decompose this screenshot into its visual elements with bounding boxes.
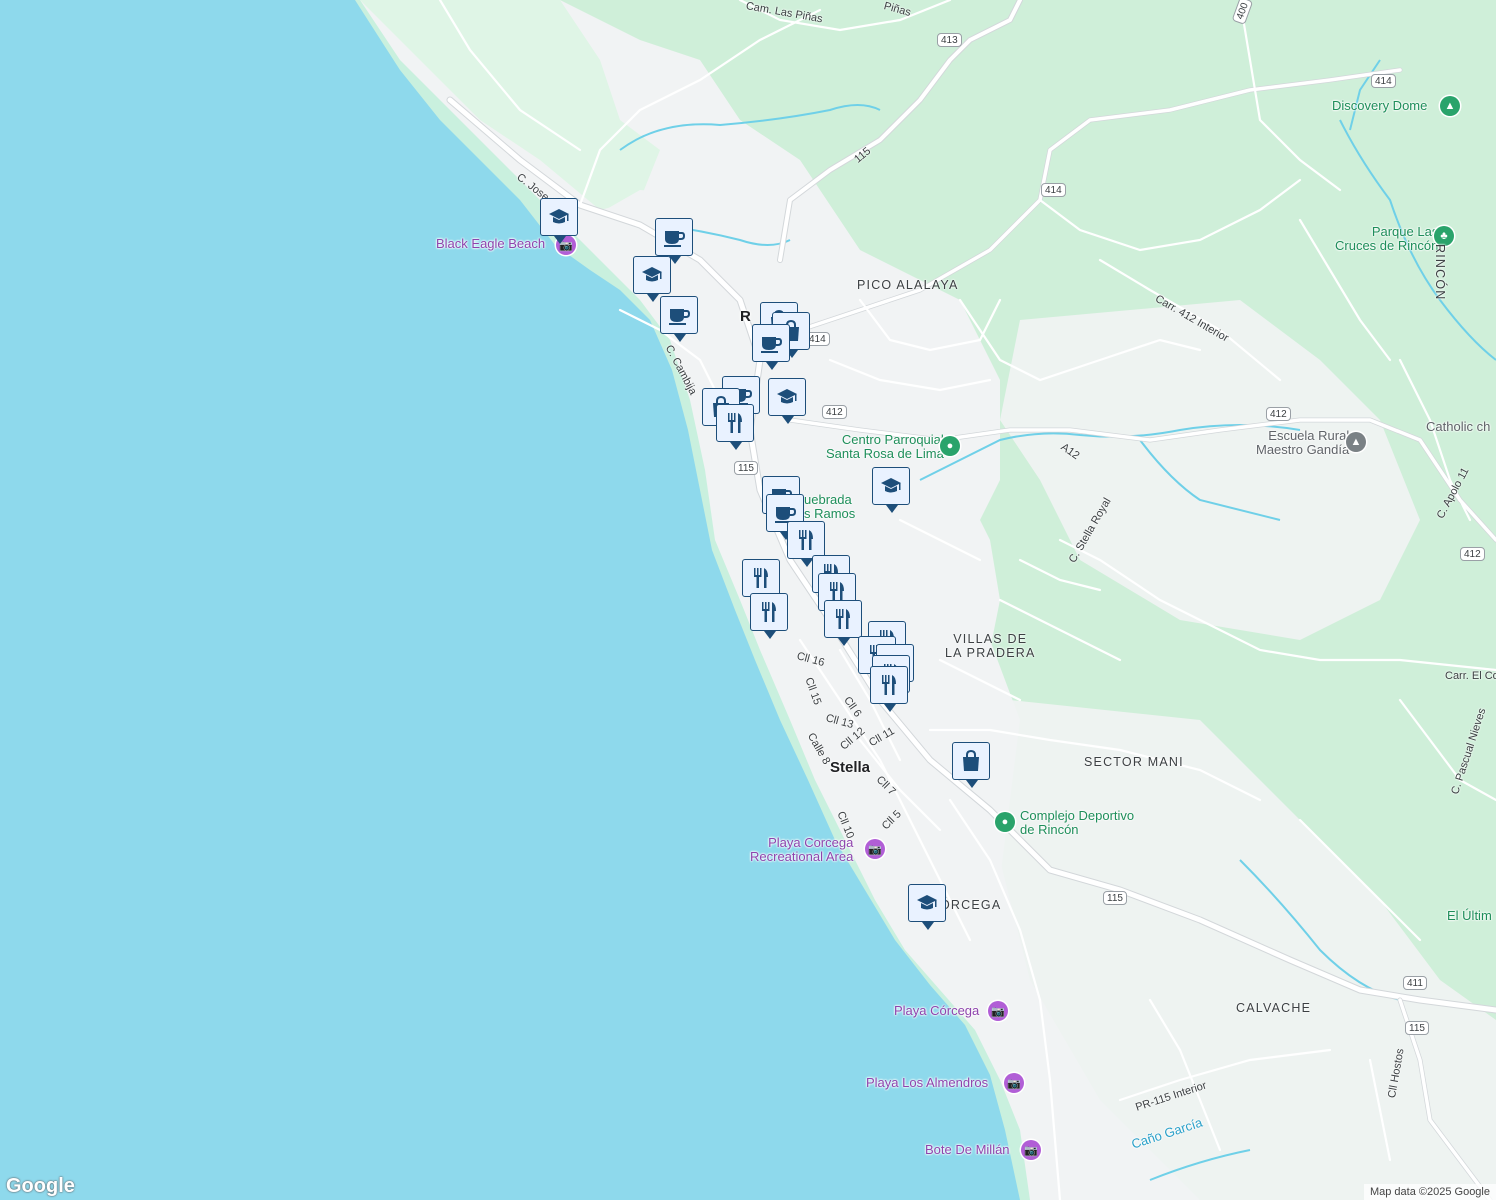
- label-pico-alalaya: PICO ALALAYA: [857, 278, 959, 292]
- label-playa-los-almendros[interactable]: Playa Los Almendros: [866, 1075, 988, 1090]
- label-stella: Stella: [830, 759, 871, 776]
- restaurant-pin[interactable]: [870, 666, 908, 712]
- school-pin[interactable]: [908, 884, 946, 930]
- label-quebrada[interactable]: uebrada s Ramos: [804, 492, 855, 522]
- label-black-eagle-beach[interactable]: Black Eagle Beach: [436, 236, 545, 251]
- cafe-pin[interactable]: [752, 324, 790, 370]
- label-rincon-area: RINCÓN: [1433, 244, 1447, 301]
- restaurant-icon: [793, 527, 819, 553]
- route-shield: 115: [1405, 1021, 1429, 1035]
- label-playa-corcega-rec[interactable]: Playa Corcega Recreational Area: [750, 835, 853, 865]
- map-base-layer: [0, 0, 1496, 1200]
- school-icon: [774, 384, 800, 410]
- label-rincon-partial: R: [740, 308, 751, 325]
- route-shield: 115: [1103, 891, 1127, 905]
- label-corcega: ÓRCEGA: [940, 898, 1002, 912]
- google-logo: Google: [6, 1175, 75, 1197]
- label-centro-parroquial[interactable]: Centro Parroquial Santa Rosa de Lima: [826, 432, 944, 462]
- school-pin[interactable]: [633, 256, 671, 302]
- restaurant-pin[interactable]: [742, 559, 780, 605]
- label-villas-de-la-pradera: VILLAS DE LA PRADERA: [945, 632, 1036, 660]
- label-calvache: CALVACHE: [1236, 1001, 1312, 1015]
- restaurant-pin[interactable]: [750, 593, 788, 639]
- label-catholic-ch[interactable]: Catholic ch: [1426, 419, 1490, 434]
- restaurant-icon: [722, 410, 748, 436]
- restaurant-icon: [876, 672, 902, 698]
- label-playa-corcega[interactable]: Playa Córcega: [894, 1003, 979, 1018]
- school-icon[interactable]: ▲: [1346, 432, 1366, 452]
- cafe-icon: [661, 224, 687, 250]
- school-icon: [546, 204, 572, 230]
- route-shield: 414: [1371, 74, 1396, 88]
- label-escuela-rural[interactable]: Escuela Rural Maestro Gandía: [1256, 428, 1349, 458]
- cafe-pin[interactable]: [655, 218, 693, 264]
- route-shield: 412: [1266, 407, 1291, 421]
- label-bote-de-millan[interactable]: Bote De Millán: [925, 1142, 1010, 1157]
- park-tree-icon[interactable]: ♣: [1434, 226, 1454, 246]
- route-shield: 411: [1403, 976, 1427, 990]
- route-shield: 412: [1460, 547, 1485, 561]
- school-icon: [914, 890, 940, 916]
- cafe-pin[interactable]: [660, 296, 698, 342]
- route-shield: 115: [734, 461, 758, 475]
- street-carr-el-co: Carr. El Co: [1445, 670, 1496, 682]
- route-shield: 413: [937, 33, 962, 47]
- school-icon: [878, 473, 904, 499]
- campground-icon[interactable]: ▲: [1440, 96, 1460, 116]
- church-icon[interactable]: ●: [940, 436, 960, 456]
- shop-icon: [958, 748, 984, 774]
- map-attribution[interactable]: Map data ©2025 Google: [1363, 1184, 1496, 1200]
- sports-complex-icon[interactable]: ●: [995, 812, 1015, 832]
- restaurant-icon: [830, 606, 856, 632]
- route-shield: 412: [822, 405, 847, 419]
- restaurant-icon: [748, 565, 774, 591]
- route-shield: 414: [1041, 183, 1066, 197]
- camera-icon[interactable]: 📷: [865, 839, 885, 859]
- school-pin[interactable]: [872, 467, 910, 513]
- school-pin[interactable]: [540, 198, 578, 244]
- label-sector-mani: SECTOR MANI: [1084, 755, 1184, 769]
- restaurant-pin[interactable]: [716, 404, 754, 450]
- label-el-ultim[interactable]: El Últim: [1447, 908, 1492, 923]
- cafe-icon: [758, 330, 784, 356]
- camera-icon[interactable]: 📷: [1004, 1073, 1024, 1093]
- label-parque-las-cruces[interactable]: Parque Las Cruces de Rincón: [1335, 224, 1438, 254]
- label-discovery-dome[interactable]: Discovery Dome: [1332, 98, 1427, 113]
- cafe-icon: [666, 302, 692, 328]
- school-pin[interactable]: [768, 378, 806, 424]
- map-canvas[interactable]: Black Eagle Beach 📷 PICO ALALAYA R Disco…: [0, 0, 1496, 1200]
- shop-pin[interactable]: [952, 742, 990, 788]
- restaurant-icon: [756, 599, 782, 625]
- camera-icon[interactable]: 📷: [1021, 1140, 1041, 1160]
- restaurant-pin[interactable]: [787, 521, 825, 567]
- label-complejo-deportivo[interactable]: Complejo Deportivo de Rincón: [1020, 808, 1134, 838]
- restaurant-pin[interactable]: [824, 600, 862, 646]
- school-icon: [639, 262, 665, 288]
- camera-icon[interactable]: 📷: [988, 1001, 1008, 1021]
